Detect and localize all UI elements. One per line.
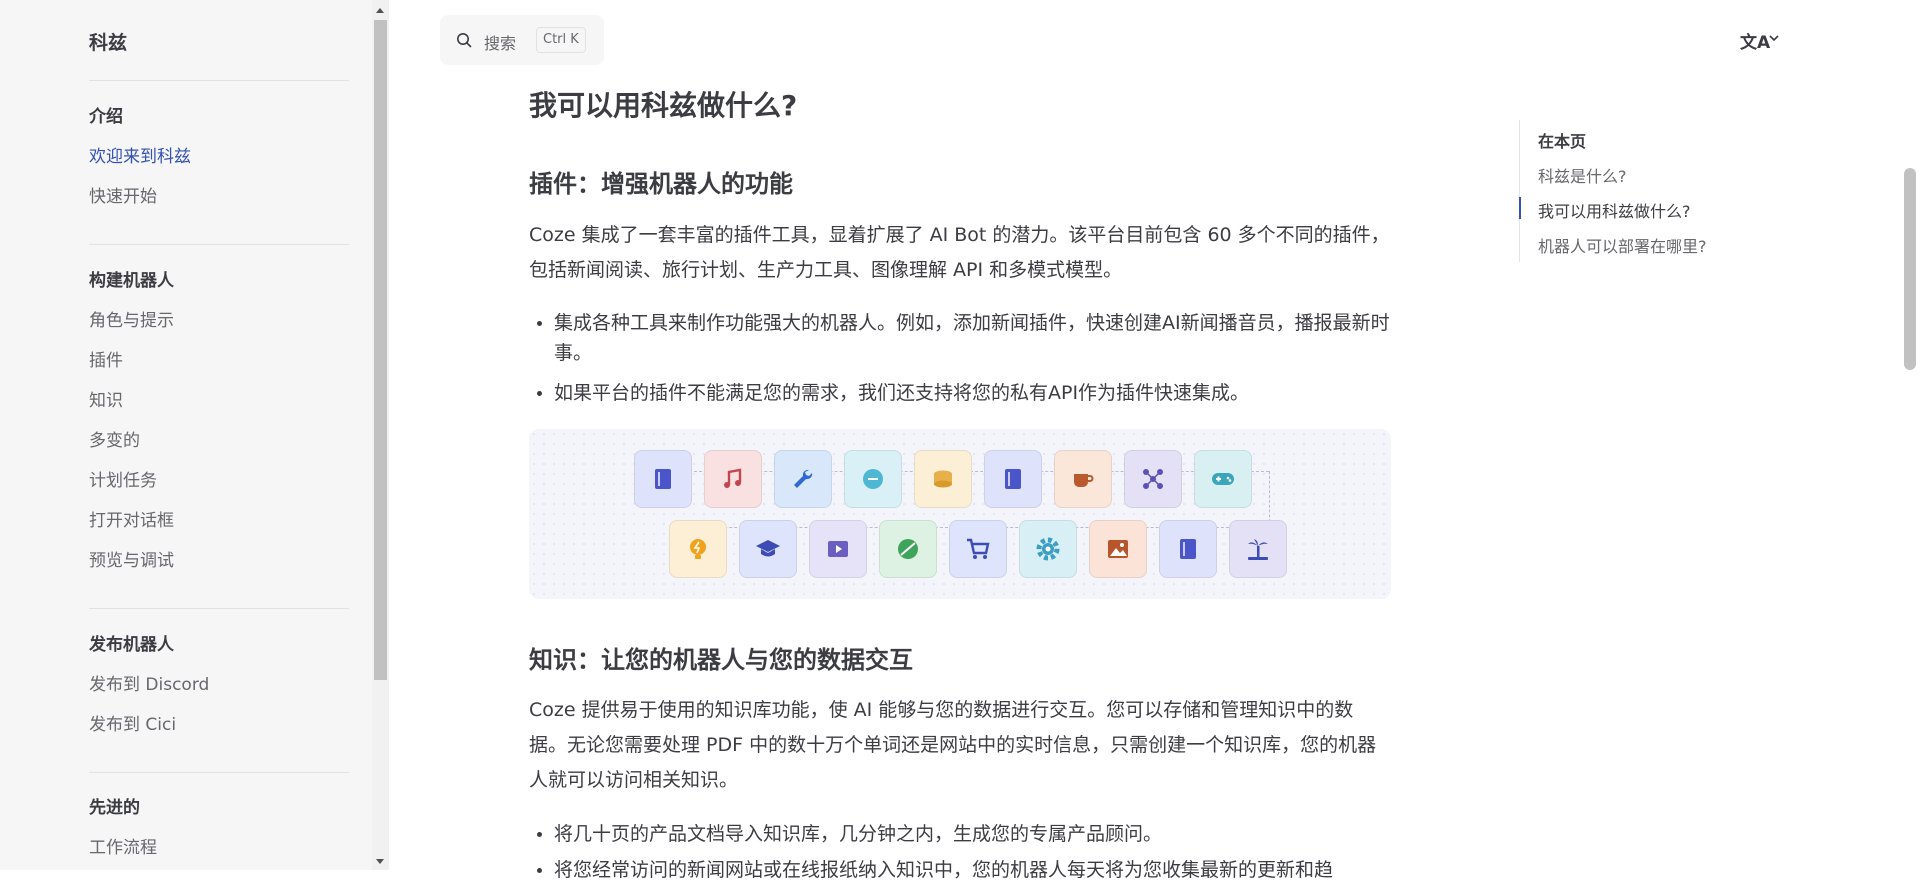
bullet-dot (537, 391, 542, 396)
sidebar-divider (89, 772, 349, 773)
book-icon (1180, 539, 1196, 559)
list-item-text: 如果平台的插件不能满足您的需求，我们还支持将您的私有API作为插件快速集成。 (554, 382, 1250, 404)
palm-icon (1248, 539, 1268, 560)
plugin-tile (1089, 520, 1147, 578)
sidebar-scrollbar[interactable] (372, 0, 389, 870)
plugin-tile (914, 450, 972, 508)
sidebar-section-intro: 介绍 (89, 107, 123, 127)
scroll-down-arrow-icon[interactable] (376, 859, 384, 864)
sidebar-section-publish: 发布机器人 (89, 635, 174, 655)
cart-icon (967, 538, 990, 559)
sidebar-item-variables[interactable]: 多变的 (89, 426, 140, 451)
plugin-tile (844, 450, 902, 508)
sidebar-item-quickstart[interactable]: 快速开始 (89, 182, 157, 207)
search-label: 搜索 (484, 34, 517, 53)
plugins-heading: 插件：增强机器人的功能 (529, 170, 793, 198)
sidebar-item-persona[interactable]: 角色与提示 (89, 306, 174, 331)
sidebar-divider (89, 244, 349, 245)
bullet-dot (537, 868, 542, 873)
sidebar-divider (89, 80, 349, 81)
connector-line (1269, 471, 1270, 527)
toc-item-what-can-i-do[interactable]: 我可以用科兹做什么? (1538, 198, 1691, 222)
page-scroll-thumb[interactable] (1904, 168, 1916, 370)
book-icon (655, 469, 671, 489)
plugin-tile (984, 450, 1042, 508)
gamepad-icon (1212, 473, 1234, 485)
sidebar-section-advanced: 先进的 (89, 798, 140, 818)
plugin-tile (879, 520, 937, 578)
plugin-tile (1019, 520, 1077, 578)
graduation-icon (756, 540, 780, 557)
ball-icon (898, 539, 918, 559)
sidebar-item-publish-cici[interactable]: 发布到 Cici (89, 710, 176, 735)
list-item-text: 将您经常访问的新闻网站或在线报纸纳入知识中，您的机器人每天将为您收集最新的更新和… (554, 859, 1334, 881)
bulb-icon (690, 539, 706, 559)
chevron-down-icon (1769, 35, 1779, 42)
section-heading: 我可以用科兹做什么? (529, 89, 798, 122)
plugin-showcase-image (529, 429, 1391, 599)
toc-item-where-deploy[interactable]: 机器人可以部署在哪里? (1538, 233, 1707, 257)
image-icon (1108, 540, 1128, 558)
bullet-dot (537, 832, 542, 837)
scroll-up-arrow-icon[interactable] (376, 8, 384, 13)
search-button[interactable]: 搜索 Ctrl K (440, 15, 604, 65)
music-icon (724, 468, 742, 488)
video-icon (828, 541, 848, 557)
sidebar-item-workflow[interactable]: 工作流程 (89, 833, 157, 858)
sidebar-item-scheduled-tasks[interactable]: 计划任务 (89, 466, 157, 491)
plugin-tile (774, 450, 832, 508)
plugins-paragraph: Coze 集成了一套丰富的插件工具，显着扩展了 AI Bot 的潜力。该平台目前… (529, 224, 1390, 281)
sidebar-item-preview-debug[interactable]: 预览与调试 (89, 546, 174, 571)
search-icon (457, 33, 472, 48)
chat-icon (863, 469, 883, 489)
language-switcher[interactable]: 文A (1740, 28, 1786, 53)
book-icon (1005, 469, 1021, 489)
plugin-tile (1194, 450, 1252, 508)
toc-active-marker (1519, 197, 1521, 219)
search-shortcut-badge: Ctrl K (536, 27, 586, 53)
knowledge-heading: 知识：让您的机器人与您的数据交互 (529, 646, 913, 674)
toc-rail (1519, 120, 1520, 262)
sidebar: 科兹 介绍 欢迎来到科兹 快速开始 构建机器人 角色与提示 插件 知识 多变的 … (0, 0, 372, 870)
translate-icon: 文A (1740, 33, 1771, 53)
plugin-tile (739, 520, 797, 578)
sidebar-item-welcome[interactable]: 欢迎来到科兹 (89, 142, 191, 167)
site-brand[interactable]: 科兹 (89, 28, 127, 55)
network-icon (1143, 469, 1163, 489)
page-scrollbar[interactable] (1900, 0, 1920, 870)
sidebar-scroll-thumb[interactable] (374, 20, 387, 680)
sidebar-item-plugins[interactable]: 插件 (89, 346, 123, 371)
sidebar-divider (89, 608, 349, 609)
sidebar-item-opening-dialog[interactable]: 打开对话框 (89, 506, 174, 531)
plugin-tile (1159, 520, 1217, 578)
gear-icon (1036, 537, 1060, 561)
bullet-dot (537, 321, 542, 326)
knowledge-paragraph: Coze 提供易于使用的知识库功能，使 AI 能够与您的数据进行交互。您可以存储… (529, 699, 1377, 791)
plugin-tile (669, 520, 727, 578)
coffee-icon (1074, 474, 1094, 487)
toc-item-what-is-coze[interactable]: 科兹是什么? (1538, 163, 1627, 187)
coins-icon (934, 470, 952, 488)
wrench-icon (794, 469, 813, 488)
plugin-tile (1054, 450, 1112, 508)
sidebar-section-build: 构建机器人 (89, 271, 174, 291)
plugin-tile (634, 450, 692, 508)
plugin-tile (1229, 520, 1287, 578)
plugin-tile (809, 520, 867, 578)
toc-title: 在本页 (1538, 132, 1587, 151)
plugin-tile (949, 520, 1007, 578)
list-item-text: 集成各种工具来制作功能强大的机器人。例如，添加新闻插件，快速创建AI新闻播音员，… (554, 312, 1390, 364)
sidebar-item-publish-discord[interactable]: 发布到 Discord (89, 670, 209, 695)
sidebar-item-knowledge[interactable]: 知识 (89, 386, 123, 411)
plugin-tile (1124, 450, 1182, 508)
plugin-tile (704, 450, 762, 508)
list-item-text: 将几十页的产品文档导入知识库，几分钟之内，生成您的专属产品顾问。 (554, 823, 1163, 845)
